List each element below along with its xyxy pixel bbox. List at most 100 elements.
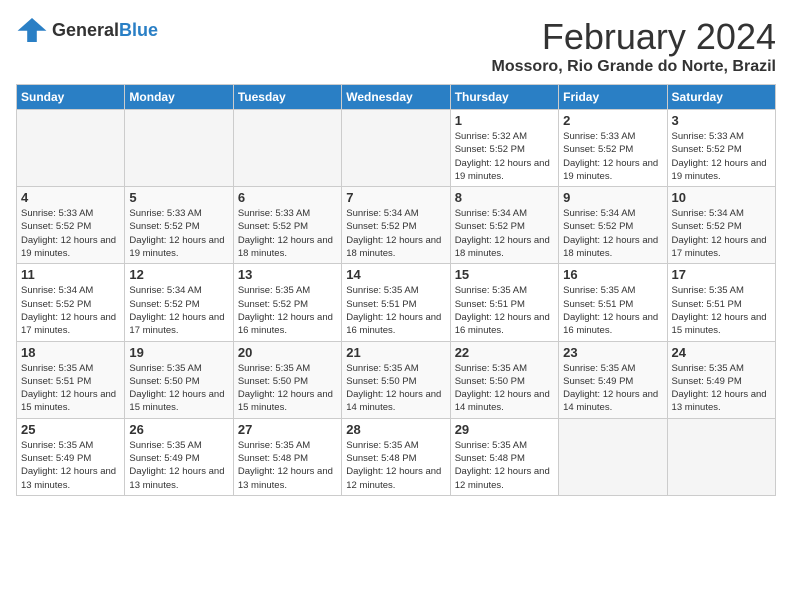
day-info: Sunrise: 5:35 AMSunset: 5:51 PMDaylight:…	[455, 284, 554, 337]
day-info: Sunrise: 5:34 AMSunset: 5:52 PMDaylight:…	[672, 207, 771, 260]
day-info: Sunrise: 5:35 AMSunset: 5:50 PMDaylight:…	[238, 362, 337, 415]
logo-icon	[16, 16, 48, 44]
location: Mossoro, Rio Grande do Norte, Brazil	[492, 58, 776, 76]
day-number: 10	[672, 190, 771, 205]
calendar-cell: 7 Sunrise: 5:34 AMSunset: 5:52 PMDaylight…	[342, 187, 450, 264]
day-number: 21	[346, 345, 445, 360]
day-info: Sunrise: 5:34 AMSunset: 5:52 PMDaylight:…	[455, 207, 554, 260]
weekday-sunday: Sunday	[17, 85, 125, 110]
day-number: 16	[563, 267, 662, 282]
calendar-cell	[559, 418, 667, 495]
calendar-cell: 16 Sunrise: 5:35 AMSunset: 5:51 PMDayligh…	[559, 264, 667, 341]
day-info: Sunrise: 5:33 AMSunset: 5:52 PMDaylight:…	[563, 130, 662, 183]
day-info: Sunrise: 5:35 AMSunset: 5:50 PMDaylight:…	[129, 362, 228, 415]
calendar: SundayMondayTuesdayWednesdayThursdayFrid…	[16, 84, 776, 496]
calendar-cell: 9Sunrise: 5:34 AMSunset: 5:52 PMDaylight…	[559, 187, 667, 264]
week-row-2: 4 Sunrise: 5:33 AMSunset: 5:52 PMDaylight…	[17, 187, 776, 264]
day-info: Sunrise: 5:34 AMSunset: 5:52 PMDaylight:…	[346, 207, 445, 260]
day-number: 15	[455, 267, 554, 282]
day-info: Sunrise: 5:34 AMSunset: 5:52 PMDaylight:…	[129, 284, 228, 337]
day-number: 7	[346, 190, 445, 205]
day-info: Sunrise: 5:35 AMSunset: 5:50 PMDaylight:…	[346, 362, 445, 415]
day-info: Sunrise: 5:35 AMSunset: 5:48 PMDaylight:…	[238, 439, 337, 492]
day-info: Sunrise: 5:33 AMSunset: 5:52 PMDaylight:…	[672, 130, 771, 183]
day-number: 13	[238, 267, 337, 282]
day-number: 25	[21, 422, 120, 437]
month-title: February 2024	[492, 16, 776, 58]
logo-text-blue: Blue	[119, 20, 158, 40]
calendar-cell: 25 Sunrise: 5:35 AMSunset: 5:49 PMDayligh…	[17, 418, 125, 495]
day-number: 5	[129, 190, 228, 205]
day-info: Sunrise: 5:35 AMSunset: 5:51 PMDaylight:…	[21, 362, 120, 415]
weekday-saturday: Saturday	[667, 85, 775, 110]
day-number: 8	[455, 190, 554, 205]
weekday-thursday: Thursday	[450, 85, 558, 110]
day-number: 1	[455, 113, 554, 128]
calendar-cell: 11 Sunrise: 5:34 AMSunset: 5:52 PMDayligh…	[17, 264, 125, 341]
week-row-4: 18Sunrise: 5:35 AMSunset: 5:51 PMDayligh…	[17, 341, 776, 418]
calendar-cell: 29Sunrise: 5:35 AMSunset: 5:48 PMDayligh…	[450, 418, 558, 495]
day-info: Sunrise: 5:35 AMSunset: 5:51 PMDaylight:…	[672, 284, 771, 337]
day-info: Sunrise: 5:35 AMSunset: 5:51 PMDaylight:…	[563, 284, 662, 337]
calendar-cell	[342, 110, 450, 187]
day-info: Sunrise: 5:33 AMSunset: 5:52 PMDaylight:…	[21, 207, 120, 260]
calendar-cell	[233, 110, 341, 187]
title-block: February 2024 Mossoro, Rio Grande do Nor…	[492, 16, 776, 76]
calendar-cell: 28Sunrise: 5:35 AMSunset: 5:48 PMDayligh…	[342, 418, 450, 495]
day-info: Sunrise: 5:35 AMSunset: 5:51 PMDaylight:…	[346, 284, 445, 337]
weekday-monday: Monday	[125, 85, 233, 110]
logo-text-general: General	[52, 20, 119, 40]
calendar-cell: 20 Sunrise: 5:35 AMSunset: 5:50 PMDayligh…	[233, 341, 341, 418]
day-number: 14	[346, 267, 445, 282]
day-info: Sunrise: 5:35 AMSunset: 5:52 PMDaylight:…	[238, 284, 337, 337]
week-row-3: 11 Sunrise: 5:34 AMSunset: 5:52 PMDayligh…	[17, 264, 776, 341]
day-number: 6	[238, 190, 337, 205]
day-info: Sunrise: 5:35 AMSunset: 5:49 PMDaylight:…	[21, 439, 120, 492]
calendar-cell: 18Sunrise: 5:35 AMSunset: 5:51 PMDayligh…	[17, 341, 125, 418]
day-number: 12	[129, 267, 228, 282]
day-info: Sunrise: 5:34 AMSunset: 5:52 PMDaylight:…	[21, 284, 120, 337]
calendar-cell: 14 Sunrise: 5:35 AMSunset: 5:51 PMDayligh…	[342, 264, 450, 341]
day-number: 23	[563, 345, 662, 360]
day-number: 20	[238, 345, 337, 360]
day-number: 17	[672, 267, 771, 282]
day-info: Sunrise: 5:35 AMSunset: 5:48 PMDaylight:…	[346, 439, 445, 492]
week-row-1: 1 Sunrise: 5:32 AMSunset: 5:52 PMDaylight…	[17, 110, 776, 187]
calendar-cell: 22Sunrise: 5:35 AMSunset: 5:50 PMDayligh…	[450, 341, 558, 418]
calendar-cell: 21 Sunrise: 5:35 AMSunset: 5:50 PMDayligh…	[342, 341, 450, 418]
day-info: Sunrise: 5:35 AMSunset: 5:49 PMDaylight:…	[563, 362, 662, 415]
calendar-cell: 6Sunrise: 5:33 AMSunset: 5:52 PMDaylight…	[233, 187, 341, 264]
calendar-cell	[125, 110, 233, 187]
day-info: Sunrise: 5:35 AMSunset: 5:48 PMDaylight:…	[455, 439, 554, 492]
calendar-cell	[667, 418, 775, 495]
day-number: 26	[129, 422, 228, 437]
calendar-cell: 26 Sunrise: 5:35 AMSunset: 5:49 PMDayligh…	[125, 418, 233, 495]
day-number: 2	[563, 113, 662, 128]
day-info: Sunrise: 5:32 AMSunset: 5:52 PMDaylight:…	[455, 130, 554, 183]
week-row-5: 25 Sunrise: 5:35 AMSunset: 5:49 PMDayligh…	[17, 418, 776, 495]
day-number: 3	[672, 113, 771, 128]
weekday-tuesday: Tuesday	[233, 85, 341, 110]
calendar-cell: 1 Sunrise: 5:32 AMSunset: 5:52 PMDaylight…	[450, 110, 558, 187]
calendar-cell: 24 Sunrise: 5:35 AMSunset: 5:49 PMDayligh…	[667, 341, 775, 418]
calendar-cell: 13 Sunrise: 5:35 AMSunset: 5:52 PMDayligh…	[233, 264, 341, 341]
day-info: Sunrise: 5:35 AMSunset: 5:49 PMDaylight:…	[672, 362, 771, 415]
weekday-friday: Friday	[559, 85, 667, 110]
calendar-cell: 23 Sunrise: 5:35 AMSunset: 5:49 PMDayligh…	[559, 341, 667, 418]
calendar-cell: 19Sunrise: 5:35 AMSunset: 5:50 PMDayligh…	[125, 341, 233, 418]
day-number: 11	[21, 267, 120, 282]
day-info: Sunrise: 5:34 AMSunset: 5:52 PMDaylight:…	[563, 207, 662, 260]
day-number: 27	[238, 422, 337, 437]
weekday-header-row: SundayMondayTuesdayWednesdayThursdayFrid…	[17, 85, 776, 110]
calendar-cell: 15 Sunrise: 5:35 AMSunset: 5:51 PMDayligh…	[450, 264, 558, 341]
calendar-cell: 27 Sunrise: 5:35 AMSunset: 5:48 PMDayligh…	[233, 418, 341, 495]
calendar-cell: 5Sunrise: 5:33 AMSunset: 5:52 PMDaylight…	[125, 187, 233, 264]
day-number: 4	[21, 190, 120, 205]
calendar-cell: 2 Sunrise: 5:33 AMSunset: 5:52 PMDaylight…	[559, 110, 667, 187]
calendar-cell: 12 Sunrise: 5:34 AMSunset: 5:52 PMDayligh…	[125, 264, 233, 341]
day-info: Sunrise: 5:35 AMSunset: 5:49 PMDaylight:…	[129, 439, 228, 492]
weekday-wednesday: Wednesday	[342, 85, 450, 110]
day-number: 24	[672, 345, 771, 360]
calendar-cell: 10 Sunrise: 5:34 AMSunset: 5:52 PMDayligh…	[667, 187, 775, 264]
calendar-cell: 17 Sunrise: 5:35 AMSunset: 5:51 PMDayligh…	[667, 264, 775, 341]
